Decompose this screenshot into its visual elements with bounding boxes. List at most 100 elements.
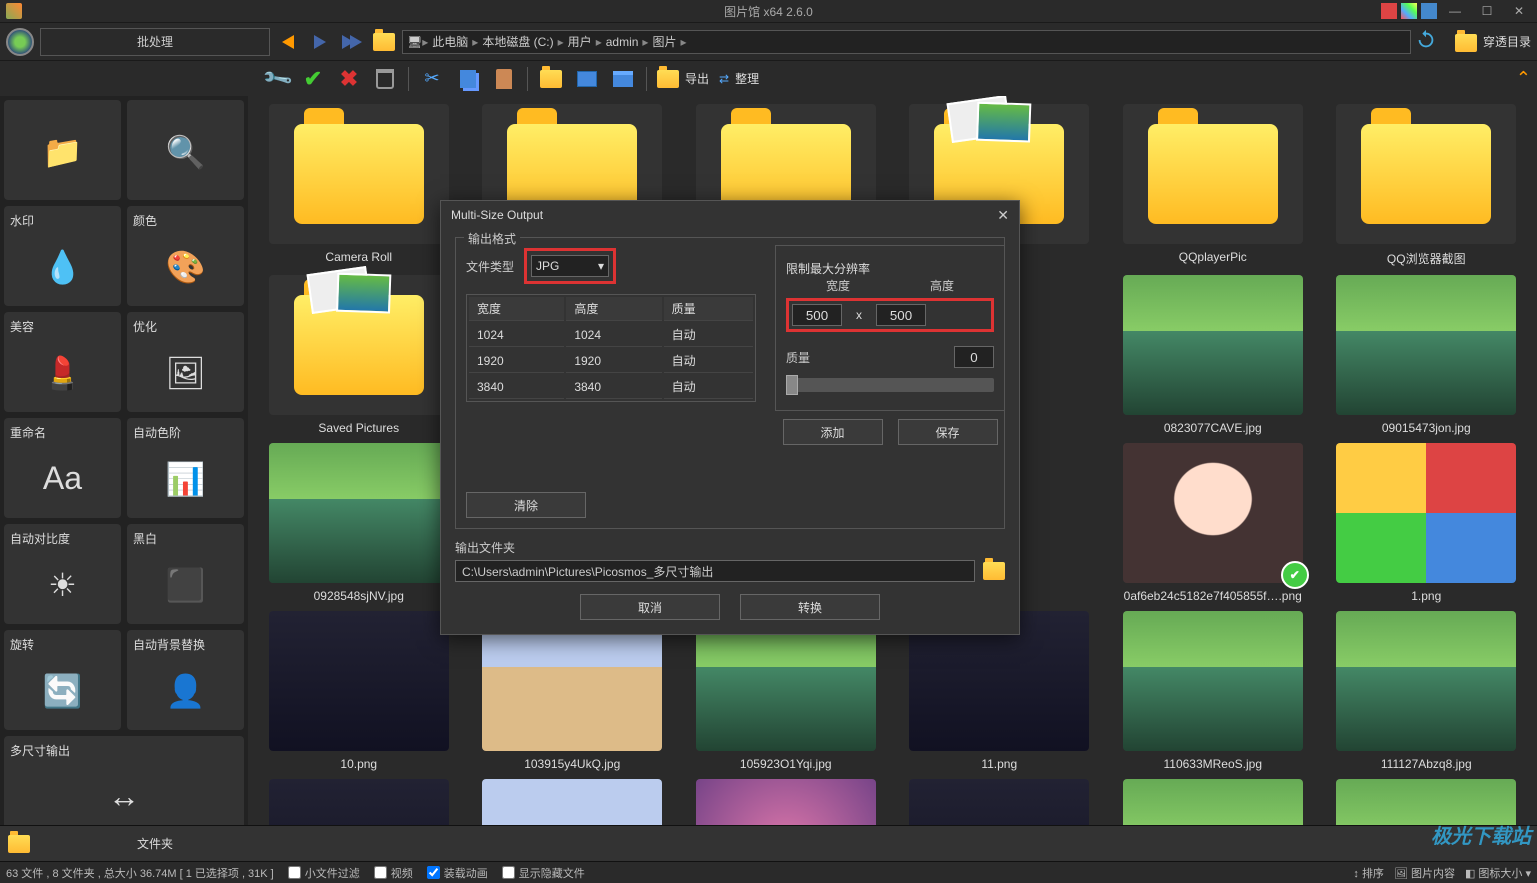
penetrate-dir-button[interactable]: 穿透目录 — [1453, 32, 1531, 52]
grid-icon[interactable] — [1401, 3, 1417, 19]
show-hidden-checkbox[interactable] — [502, 866, 515, 879]
load-anim-checkbox[interactable] — [427, 866, 440, 879]
grid-item[interactable] — [683, 779, 889, 825]
breadcrumb[interactable]: 🖥 ▸此电脑 ▸本地磁盘 (C:) ▸用户 ▸admin ▸图片 ▸ — [402, 30, 1411, 54]
minimize-button[interactable]: — — [1441, 1, 1469, 21]
folder-open-icon[interactable] — [538, 66, 564, 92]
grid-item[interactable]: 103915y4UkQ.jpg — [470, 611, 676, 771]
dialog-titlebar: Multi-Size Output ✕ — [441, 201, 1019, 229]
collapse-icon[interactable]: ⌃ — [1516, 68, 1531, 89]
window-buttons: — ☐ ✕ — [1381, 1, 1533, 21]
view-icon[interactable] — [574, 66, 600, 92]
sidebar-item[interactable]: 优化🖼 — [127, 312, 244, 412]
grid-item[interactable]: 1.png — [1324, 443, 1530, 603]
file-type-select[interactable]: JPG▾ — [531, 255, 609, 277]
sidebar-item[interactable]: 自动色阶📊 — [127, 418, 244, 518]
grid-item[interactable]: 11.png — [897, 611, 1103, 771]
grid-item[interactable]: 0823077CAVE.jpg — [1110, 275, 1316, 435]
grid-item[interactable]: 105923O1Yqi.jpg — [683, 611, 889, 771]
maximize-button[interactable]: ☐ — [1473, 1, 1501, 21]
divider — [527, 67, 528, 91]
app-icon — [6, 3, 22, 19]
toolbar: 🔧 ✔ ✖ ✂ 导出 ⇄整理 ⌃ — [0, 60, 1537, 96]
app-title: 图片馆 x64 2.6.0 — [724, 3, 813, 20]
cut-icon[interactable]: ✂ — [419, 66, 445, 92]
grid-item[interactable]: 110633MReoS.jpg — [1110, 611, 1316, 771]
grid-item[interactable] — [256, 779, 462, 825]
divider — [646, 67, 647, 91]
width-input[interactable] — [792, 304, 842, 326]
print-icon[interactable] — [610, 66, 636, 92]
file-type-label: 文件类型 — [466, 258, 514, 275]
divider — [408, 67, 409, 91]
convert-button[interactable]: 转换 — [740, 594, 880, 620]
grid-item[interactable]: ✔0af6eb24c5182e7f405855f….png — [1110, 443, 1316, 603]
sidebar-item[interactable]: 🔍 — [127, 100, 244, 200]
settings-gear-icon[interactable] — [6, 28, 34, 56]
browse-folder-button[interactable] — [983, 562, 1005, 580]
monitor-icon[interactable] — [1421, 3, 1437, 19]
sizes-table[interactable]: 宽度 高度 质量 10241024自动19201920自动38403840自动 — [466, 294, 756, 402]
limit-resolution-group: 限制最大分辨率 宽度 高度 x 质量 — [775, 245, 1005, 411]
sidebar-item[interactable]: 📁 — [4, 100, 121, 200]
grid-item[interactable]: QQplayerPic — [1110, 104, 1316, 267]
video-checkbox[interactable] — [374, 866, 387, 879]
grid-item[interactable]: 09015473jon.jpg — [1324, 275, 1530, 435]
grid-item[interactable] — [1110, 779, 1316, 825]
quality-slider[interactable] — [786, 378, 994, 392]
clear-button[interactable]: 清除 — [466, 492, 586, 518]
sidebar-item[interactable]: 旋转🔄 — [4, 630, 121, 730]
quality-input[interactable] — [954, 346, 994, 368]
folder-bar-label[interactable]: 文件夹 — [40, 835, 270, 852]
grid-item[interactable] — [897, 779, 1103, 825]
palette-icon[interactable] — [1381, 3, 1397, 19]
check-red-icon[interactable]: ✖ — [336, 66, 362, 92]
forward-all-button[interactable] — [338, 28, 366, 56]
grid-item[interactable] — [1324, 779, 1530, 825]
sidebar-item[interactable]: 自动对比度☀ — [4, 524, 121, 624]
title-bar: 图片馆 x64 2.6.0 — ☐ ✕ — [0, 0, 1537, 22]
dialog-title: Multi-Size Output — [451, 208, 543, 222]
add-button[interactable]: 添加 — [783, 419, 883, 445]
batch-button[interactable]: 批处理 — [40, 28, 270, 56]
computer-icon: 🖥 — [407, 35, 422, 49]
export-button[interactable]: 导出 — [657, 70, 709, 88]
grid-item[interactable]: QQ浏览器截图 — [1324, 104, 1530, 267]
sidebar-item[interactable]: 美容💄 — [4, 312, 121, 412]
grid-item[interactable]: 0928548sjNV.jpg — [256, 443, 462, 603]
copy-icon[interactable] — [455, 66, 481, 92]
save-button[interactable]: 保存 — [898, 419, 998, 445]
forward-button[interactable] — [306, 28, 334, 56]
small-file-filter-checkbox[interactable] — [288, 866, 301, 879]
sidebar-item[interactable]: 黑白⬛ — [127, 524, 244, 624]
back-button[interactable] — [274, 28, 302, 56]
dialog-close-button[interactable]: ✕ — [997, 207, 1009, 224]
nav-row: 批处理 🖥 ▸此电脑 ▸本地磁盘 (C:) ▸用户 ▸admin ▸图片 ▸ 穿… — [0, 22, 1537, 60]
output-path-field[interactable]: C:\Users\admin\Pictures\Picosmos_多尺寸输出 — [455, 560, 975, 582]
open-folder-button[interactable] — [370, 28, 398, 56]
dimensions-highlight: x — [786, 298, 994, 332]
output-folder-label: 输出文件夹 — [455, 539, 1005, 556]
folder-bar: 文件夹 — [0, 825, 1537, 861]
sidebar-item[interactable]: 重命名Aa — [4, 418, 121, 518]
grid-item[interactable]: 10.png — [256, 611, 462, 771]
trash-icon[interactable] — [372, 66, 398, 92]
grid-item[interactable]: 111127Abzq8.jpg — [1324, 611, 1530, 771]
sidebar-item[interactable]: 自动背景替换👤 — [127, 630, 244, 730]
folder-icon[interactable] — [8, 835, 30, 853]
paste-icon[interactable] — [491, 66, 517, 92]
sidebar-item[interactable]: 水印💧 — [4, 206, 121, 306]
multi-size-output-dialog: Multi-Size Output ✕ 输出格式 文件类型 JPG▾ 宽度 高度… — [440, 200, 1020, 635]
check-green-icon[interactable]: ✔ — [300, 66, 326, 92]
wrench-icon[interactable]: 🔧 — [264, 66, 290, 92]
grid-item[interactable] — [470, 779, 676, 825]
grid-item[interactable]: Saved Pictures — [256, 275, 462, 435]
sidebar-item[interactable]: 多尺寸输出↔ — [4, 736, 244, 825]
sidebar-item[interactable]: 颜色🎨 — [127, 206, 244, 306]
cancel-button[interactable]: 取消 — [580, 594, 720, 620]
grid-item[interactable]: Camera Roll — [256, 104, 462, 267]
refresh-button[interactable] — [1415, 29, 1441, 55]
organize-button[interactable]: ⇄整理 — [719, 70, 759, 87]
height-input[interactable] — [876, 304, 926, 326]
close-button[interactable]: ✕ — [1505, 1, 1533, 21]
